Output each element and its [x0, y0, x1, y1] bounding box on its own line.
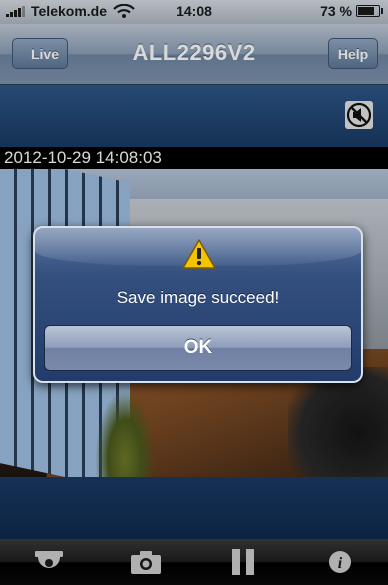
ok-button[interactable]: OK — [44, 325, 352, 371]
warning-icon — [182, 239, 216, 269]
alert-message: Save image succeed! — [116, 288, 280, 307]
save-alert-dialog: Save image succeed! OK — [33, 226, 363, 383]
